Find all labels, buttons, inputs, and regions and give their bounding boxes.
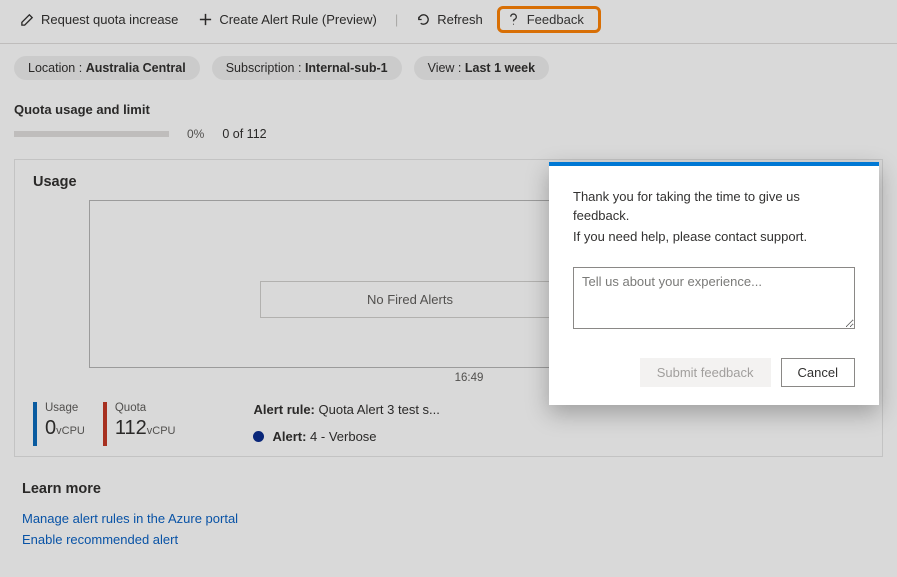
filter-subscription[interactable]: Subscription : Internal-sub-1	[212, 56, 402, 80]
request-quota-increase-button[interactable]: Request quota increase	[14, 8, 184, 31]
alert-rule-line: Alert rule: Quota Alert 3 test s...	[253, 402, 439, 417]
filter-location[interactable]: Location : Australia Central	[14, 56, 200, 80]
filter-location-value: Australia Central	[86, 61, 186, 75]
refresh-button[interactable]: Refresh	[410, 8, 489, 31]
learn-more-title: Learn more	[22, 481, 875, 497]
metric-usage-number: 0	[45, 417, 56, 439]
chart-time-tick: 16:49	[455, 372, 484, 384]
feedback-label: Feedback	[527, 12, 584, 27]
alert-value: 4 - Verbose	[306, 429, 376, 444]
question-icon	[506, 12, 521, 27]
quota-percent: 0%	[187, 127, 204, 141]
cancel-button[interactable]: Cancel	[781, 358, 855, 387]
feedback-dialog-actions: Submit feedback Cancel	[573, 358, 855, 387]
create-alert-rule-button[interactable]: Create Alert Rule (Preview)	[192, 8, 383, 31]
quota-usage-section: Quota usage and limit 0% 0 of 112	[0, 92, 897, 141]
metric-quota-bar	[103, 402, 107, 446]
metric-quota-value: 112vCPU	[115, 418, 176, 438]
link-enable-recommended-alert[interactable]: Enable recommended alert	[22, 530, 875, 551]
quota-page: Request quota increase Create Alert Rule…	[0, 0, 897, 577]
command-bar: Request quota increase Create Alert Rule…	[0, 0, 897, 44]
filter-view[interactable]: View : Last 1 week	[414, 56, 549, 80]
filter-subscription-label: Subscription :	[226, 61, 305, 75]
feedback-button[interactable]: Feedback	[497, 6, 601, 33]
metric-usage-bar	[33, 402, 37, 446]
filter-view-label: View :	[428, 61, 465, 75]
toolbar-separator: |	[391, 12, 402, 27]
alert-rule-value: Quota Alert 3 test s...	[315, 402, 440, 417]
request-quota-label: Request quota increase	[41, 12, 178, 27]
metric-quota-unit: vCPU	[147, 425, 176, 437]
metric-quota-label: Quota	[115, 402, 176, 414]
quota-usage-text: 0 of 112	[222, 127, 266, 141]
refresh-icon	[416, 12, 431, 27]
alert-rule-label: Alert rule:	[253, 402, 314, 417]
alert-info: Alert rule: Quota Alert 3 test s... Aler…	[253, 402, 439, 444]
learn-more-section: Learn more Manage alert rules in the Azu…	[0, 457, 897, 551]
feedback-dialog: Thank you for taking the time to give us…	[549, 162, 879, 405]
quota-usage-title: Quota usage and limit	[14, 102, 883, 117]
create-alert-label: Create Alert Rule (Preview)	[219, 12, 377, 27]
filter-bar: Location : Australia Central Subscriptio…	[0, 44, 897, 92]
plus-icon	[198, 12, 213, 27]
filter-location-label: Location :	[28, 61, 86, 75]
filter-view-value: Last 1 week	[465, 61, 535, 75]
metric-quota: Quota 112vCPU	[103, 402, 176, 446]
quota-usage-row: 0% 0 of 112	[14, 127, 883, 141]
feedback-text-line1: Thank you for taking the time to give us…	[573, 188, 855, 226]
quota-progress-bar	[14, 131, 169, 137]
metrics-row: Usage 0vCPU Quota 112vCPU Alert rule: Q	[33, 402, 864, 446]
metric-quota-number: 112	[115, 417, 147, 439]
metric-usage-unit: vCPU	[56, 425, 85, 437]
submit-feedback-button[interactable]: Submit feedback	[640, 358, 771, 387]
pencil-icon	[20, 12, 35, 27]
feedback-textarea[interactable]	[573, 267, 855, 329]
alert-severity-dot-icon	[253, 431, 264, 442]
metric-usage-label: Usage	[45, 402, 85, 414]
alert-label: Alert:	[272, 429, 306, 444]
link-manage-alert-rules[interactable]: Manage alert rules in the Azure portal	[22, 509, 875, 530]
no-fired-alerts-banner: No Fired Alerts	[260, 281, 560, 318]
feedback-text-line2: If you need help, please contact support…	[573, 228, 855, 247]
refresh-label: Refresh	[437, 12, 483, 27]
metric-usage-value: 0vCPU	[45, 418, 85, 438]
filter-subscription-value: Internal-sub-1	[305, 61, 388, 75]
alert-severity-line: Alert: 4 - Verbose	[253, 429, 439, 444]
metric-usage: Usage 0vCPU	[33, 402, 85, 446]
